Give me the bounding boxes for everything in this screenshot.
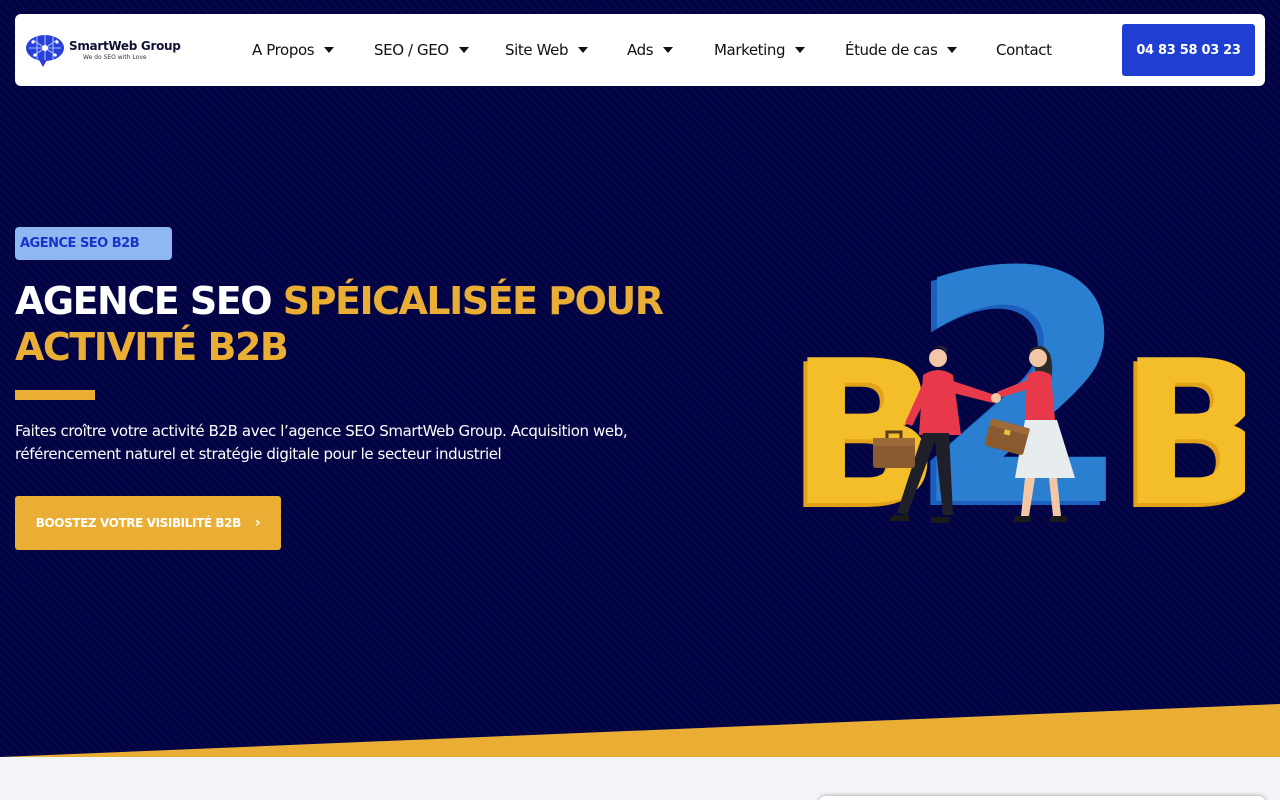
nav-label: Contact (996, 41, 1052, 59)
nav-label: Site Web (505, 41, 569, 59)
caret-down-icon (458, 47, 469, 53)
caret-down-icon (324, 47, 335, 53)
nav-label: A Propos (252, 41, 315, 59)
caret-down-icon (947, 47, 958, 53)
logo-name: SmartWeb Group (69, 38, 181, 53)
nav-label: SEO / GEO (374, 41, 449, 59)
handshake-icon (991, 393, 1001, 403)
b2b-illustration: 2 2 B B B B (785, 225, 1245, 545)
section-divider (0, 704, 1280, 800)
nav-item-contact[interactable]: Contact (996, 41, 1052, 59)
hero-title-accent-2: ACTIVITÉ B2B (15, 325, 289, 369)
nav-item-a-propos[interactable]: A Propos (252, 41, 374, 59)
nav-item-marketing[interactable]: Marketing (714, 41, 845, 59)
logo[interactable]: SmartWeb Group We do SEO with Love (25, 32, 200, 68)
phone-button[interactable]: 04 83 58 03 23 (1122, 24, 1255, 76)
chevron-right-icon: › (254, 515, 261, 531)
nav-item-site-web[interactable]: Site Web (505, 41, 627, 59)
cta-label: BOOSTEZ VOTRE VISIBILITÉ B2B (35, 516, 242, 530)
letter-b-right-face: B (1119, 318, 1245, 545)
nav-label: Marketing (714, 41, 786, 59)
letter-b-left-face: B (789, 318, 941, 545)
hero-description: Faites croître votre activité B2B avec l… (15, 422, 628, 463)
nav-label: Ads (627, 41, 654, 59)
logo-tagline: We do SEO with Love (83, 53, 147, 61)
hero-title-white: AGENCE SEO (15, 279, 283, 323)
main-nav: A Propos SEO / GEO Site Web Ads Marketin… (252, 14, 1052, 86)
hero-divider (15, 390, 95, 400)
next-section-card (818, 796, 1266, 800)
hero-title: AGENCE SEO SPÉICALISÉE POUR ACTIVITÉ B2B (15, 278, 695, 370)
site-header: SmartWeb Group We do SEO with Love A Pro… (15, 14, 1265, 86)
caret-down-icon (663, 47, 674, 53)
brain-globe-icon (26, 35, 64, 67)
hero-title-accent-1: SPÉICALISÉE POUR (282, 279, 664, 323)
nav-item-seo-geo[interactable]: SEO / GEO (374, 41, 505, 59)
caret-down-icon (578, 47, 589, 53)
cta-button[interactable]: BOOSTEZ VOTRE VISIBILITÉ B2B › (15, 496, 281, 550)
nav-item-ads[interactable]: Ads (627, 41, 714, 59)
nav-label: Étude de cas (845, 41, 938, 59)
caret-down-icon (795, 47, 806, 53)
nav-item-etude-de-cas[interactable]: Étude de cas (845, 41, 996, 59)
page: SmartWeb Group We do SEO with Love A Pro… (0, 0, 1280, 800)
hero-badge: AGENCE SEO B2B (15, 227, 172, 260)
